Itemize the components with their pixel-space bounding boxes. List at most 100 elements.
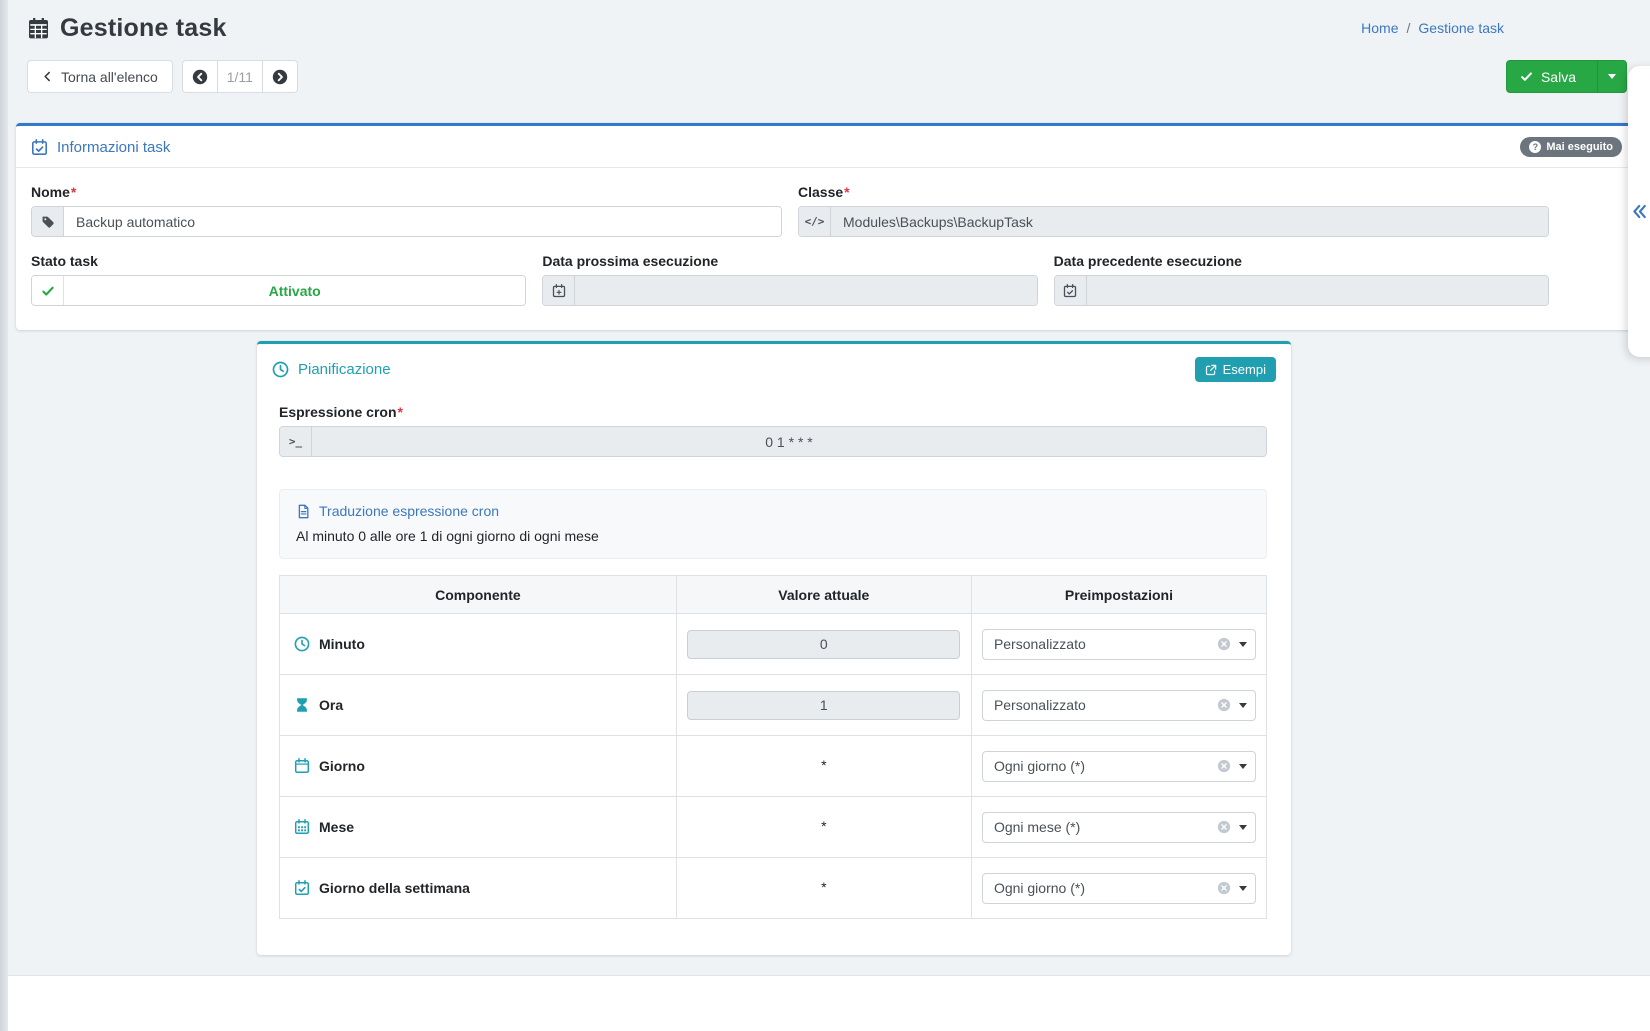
data-prossima-label: Data prossima esecuzione <box>542 253 1037 269</box>
value-text: * <box>821 818 826 834</box>
calendar-plus-icon <box>543 276 575 305</box>
terminal-icon: >_ <box>280 427 312 456</box>
schedule-header: Pianificazione Esempi <box>257 344 1291 388</box>
component-label: Giorno <box>319 758 365 774</box>
table-row: Mese * Ogni mese (*) <box>280 797 1267 858</box>
check-icon <box>32 276 64 305</box>
right-flyout-panel <box>1628 66 1650 357</box>
clock-icon <box>272 361 289 378</box>
field-data-precedente: Data precedente esecuzione <box>1054 253 1549 306</box>
preset-select[interactable]: Personalizzato <box>982 690 1256 721</box>
calendar-icon <box>294 758 310 774</box>
field-data-prossima: Data prossima esecuzione <box>542 253 1037 306</box>
cron-expression-input[interactable]: 0 1 * * * <box>312 427 1266 456</box>
classe-input: Modules\Backups\BackupTask <box>831 207 1548 236</box>
calendar-check-icon <box>31 139 48 156</box>
table-row: Minuto 0 Personalizzato <box>280 614 1267 675</box>
chevron-left-icon <box>42 71 53 82</box>
page-title-text: Gestione task <box>60 14 227 43</box>
task-info-body: Nome* Backup automatico Classe* </> <box>16 168 1632 330</box>
clear-icon[interactable] <box>1217 759 1231 773</box>
table-row: Giorno * Ogni giorno (*) <box>280 736 1267 797</box>
back-to-list-button[interactable]: Torna all'elenco <box>27 60 173 93</box>
cron-label: Espressione cron <box>279 404 397 420</box>
footer <box>0 975 1650 1031</box>
task-info-title: Informazioni task <box>31 139 170 156</box>
value-text: * <box>821 757 826 773</box>
preset-select[interactable]: Ogni giorno (*) <box>982 751 1256 782</box>
data-prossima-input <box>575 276 1036 305</box>
calendar-check-icon <box>294 880 310 896</box>
col-header-valore-attuale: Valore attuale <box>676 576 971 614</box>
caret-down-icon <box>1239 764 1247 769</box>
save-dropdown-toggle[interactable] <box>1597 61 1626 92</box>
field-stato: Stato task Attivato <box>31 253 526 306</box>
back-to-list-label: Torna all'elenco <box>61 69 158 85</box>
preset-select[interactable]: Ogni mese (*) <box>982 812 1256 843</box>
clock-icon <box>294 636 310 652</box>
caret-down-icon <box>1608 74 1616 79</box>
clear-icon[interactable] <box>1217 820 1231 834</box>
caret-down-icon <box>1239 886 1247 891</box>
code-icon: </> <box>799 207 831 236</box>
col-header-preimpostazioni: Preimpostazioni <box>971 576 1266 614</box>
examples-button[interactable]: Esempi <box>1195 357 1276 382</box>
breadcrumb-home-link[interactable]: Home <box>1361 20 1398 36</box>
tag-icon <box>32 207 64 236</box>
preset-select[interactable]: Ogni giorno (*) <box>982 873 1256 904</box>
value-input[interactable]: 1 <box>687 691 960 720</box>
table-row: Giorno della settimana * Ogni giorno (*) <box>280 858 1267 919</box>
required-mark: * <box>71 184 76 200</box>
nome-input[interactable]: Backup automatico <box>64 207 781 236</box>
calendar-check-icon <box>1055 276 1087 305</box>
stato-toggle[interactable]: Attivato <box>31 275 526 306</box>
value-text: * <box>821 879 826 895</box>
schedule-body: Espressione cron * >_ 0 1 * * * Traduzion… <box>257 388 1291 955</box>
hourglass-icon <box>294 697 310 713</box>
component-label: Mese <box>319 819 354 835</box>
required-mark: * <box>844 184 849 200</box>
component-label: Minuto <box>319 636 365 652</box>
cron-translation-box: Traduzione espressione cron Al minuto 0 … <box>279 489 1267 559</box>
arrow-circle-left-icon <box>192 69 208 85</box>
field-classe: Classe* </> Modules\Backups\BackupTask <box>798 184 1549 237</box>
next-record-button[interactable] <box>262 60 298 93</box>
never-executed-badge: ? Mai eseguito <box>1520 137 1622 157</box>
calendar-alt-icon <box>294 819 310 835</box>
table-header-row: Componente Valore attuale Preimpostazion… <box>280 576 1267 614</box>
preset-select[interactable]: Personalizzato <box>982 629 1256 660</box>
field-nome: Nome* Backup automatico <box>31 184 782 237</box>
pager-position: 1/11 <box>218 60 262 93</box>
angle-double-left-icon[interactable] <box>1631 203 1648 220</box>
col-header-componente: Componente <box>280 576 677 614</box>
prev-record-button[interactable] <box>182 60 218 93</box>
component-label: Ora <box>319 697 343 713</box>
save-button[interactable]: Salva <box>1507 61 1589 92</box>
toolbar-left: Torna all'elenco 1/11 <box>27 60 298 93</box>
clear-icon[interactable] <box>1217 698 1231 712</box>
data-precedente-input <box>1087 276 1548 305</box>
caret-down-icon <box>1239 642 1247 647</box>
value-input[interactable]: 0 <box>687 630 960 659</box>
schedule-title-text: Pianificazione <box>298 361 391 378</box>
nome-label: Nome <box>31 184 70 200</box>
save-split-button: Salva <box>1506 60 1627 93</box>
arrow-circle-right-icon <box>272 69 288 85</box>
check-icon <box>1520 70 1533 83</box>
schedule-title: Pianificazione <box>272 361 391 378</box>
task-info-title-text: Informazioni task <box>57 139 170 156</box>
clear-icon[interactable] <box>1217 881 1231 895</box>
file-language-icon <box>296 504 311 519</box>
stato-label: Stato task <box>31 253 526 269</box>
sidebar-edge <box>0 0 8 1031</box>
clear-icon[interactable] <box>1217 637 1231 651</box>
calendar-icon <box>27 17 50 40</box>
save-label: Salva <box>1541 69 1576 85</box>
breadcrumb-current-link[interactable]: Gestione task <box>1418 20 1504 36</box>
cron-translation-title: Traduzione espressione cron <box>296 503 1250 519</box>
topbar: Gestione task Home / Gestione task <box>0 0 1650 43</box>
component-label: Giorno della settimana <box>319 880 470 896</box>
table-row: Ora 1 Personalizzato <box>280 675 1267 736</box>
toolbar: Torna all'elenco 1/11 <box>27 60 1627 93</box>
task-info-card: Informazioni task ? Mai eseguito Nome* B… <box>16 123 1632 330</box>
